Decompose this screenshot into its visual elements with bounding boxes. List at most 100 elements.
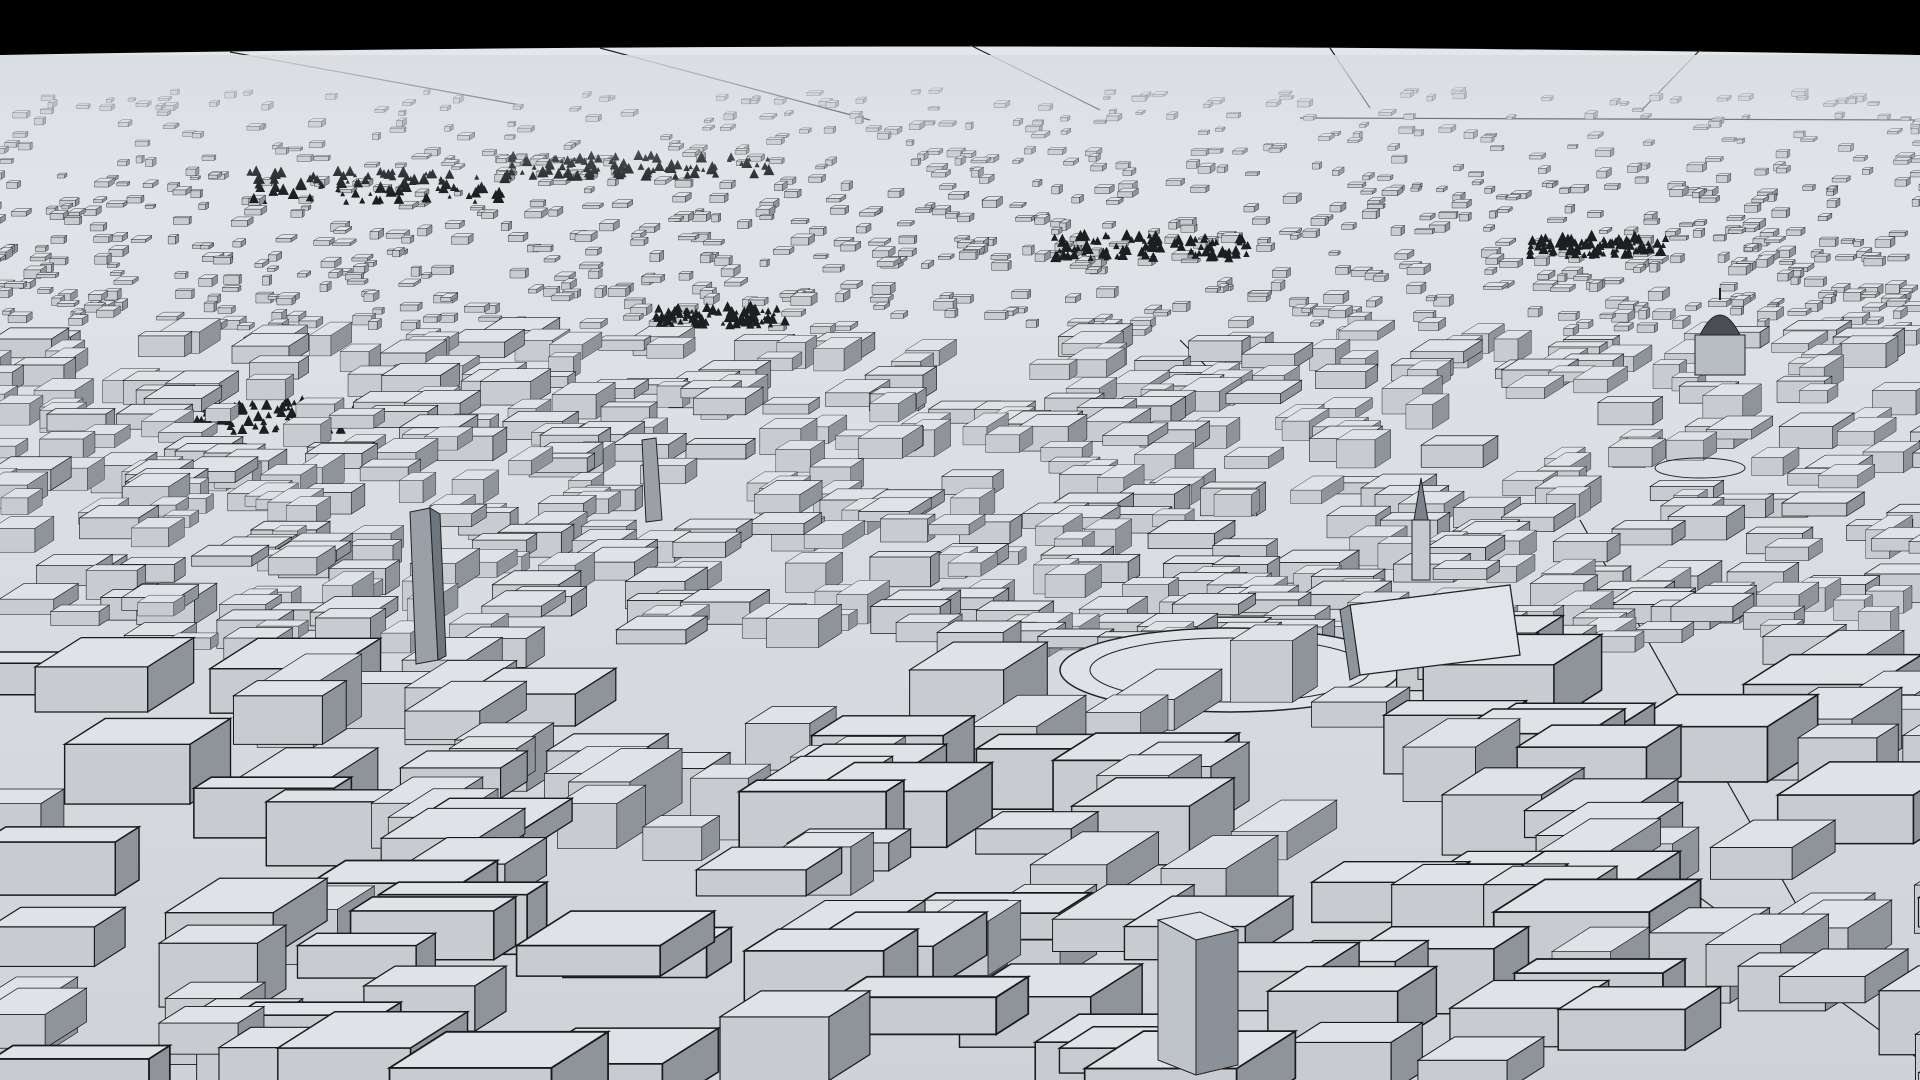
building-block	[1764, 537, 1824, 562]
building-block	[95, 305, 122, 318]
building-block	[607, 285, 631, 297]
building-block	[1420, 435, 1500, 468]
building-block	[1152, 309, 1172, 317]
building-block	[790, 233, 816, 246]
building-block	[1798, 383, 1839, 404]
building-block	[49, 604, 111, 627]
building-block	[223, 273, 243, 285]
building-block	[981, 196, 1004, 209]
building-block	[813, 253, 829, 259]
building-block	[1050, 226, 1063, 235]
building-block	[1874, 236, 1896, 248]
building-block	[1727, 263, 1752, 276]
building-block	[1638, 307, 1651, 320]
building-block	[1780, 491, 1866, 517]
building-block	[1813, 253, 1831, 263]
building-block	[990, 260, 1012, 271]
tall-tower	[409, 507, 447, 665]
building-block	[711, 213, 722, 223]
building-block	[1044, 563, 1103, 598]
building-block	[1071, 194, 1085, 204]
building-block	[328, 407, 386, 429]
building-block	[790, 218, 810, 225]
building-block	[1668, 234, 1690, 241]
building-block	[198, 274, 219, 287]
building-block	[1730, 306, 1745, 316]
building-block	[677, 233, 700, 241]
building-block	[1213, 489, 1261, 517]
building-block	[1243, 203, 1260, 213]
building-block	[671, 531, 743, 558]
building-block	[646, 336, 696, 359]
building-block	[1853, 238, 1865, 247]
building-block	[38, 430, 96, 461]
building-block	[1576, 319, 1594, 329]
building-block	[594, 285, 608, 298]
building-block	[762, 396, 821, 415]
building-block	[1014, 215, 1036, 222]
building-block	[1719, 282, 1738, 292]
building-block	[713, 255, 733, 266]
building-block	[790, 292, 818, 306]
building-block	[1670, 253, 1686, 264]
building-block	[346, 278, 369, 285]
building-block	[1438, 211, 1459, 219]
building-block	[579, 318, 609, 329]
building-block	[1557, 310, 1580, 321]
building-block	[444, 219, 466, 229]
building-block	[759, 258, 771, 268]
building-block	[532, 244, 554, 252]
building-block	[0, 825, 142, 897]
building-block	[692, 386, 765, 416]
building-block	[1204, 286, 1222, 293]
building-block	[1417, 317, 1447, 332]
building-block	[1556, 273, 1568, 283]
building-block	[190, 544, 270, 567]
building-block	[94, 252, 113, 265]
building-block	[1743, 202, 1762, 213]
building-block	[1451, 198, 1473, 209]
building-block	[1251, 216, 1271, 225]
building-block	[93, 234, 114, 243]
building-block	[581, 202, 605, 209]
building-block	[313, 237, 335, 246]
building-block	[1329, 201, 1347, 213]
building-block	[1835, 253, 1858, 261]
building-block	[507, 232, 529, 242]
building-block	[1095, 286, 1119, 299]
building-block	[109, 270, 125, 277]
building-block	[956, 212, 975, 223]
building-block	[1334, 265, 1352, 275]
building-block	[1693, 219, 1708, 226]
building-block	[1322, 290, 1350, 304]
building-block	[1552, 532, 1622, 563]
building-block	[984, 425, 1034, 453]
building-block	[1636, 322, 1659, 333]
building-block	[1414, 227, 1436, 235]
building-block	[1826, 197, 1841, 208]
building-block	[0, 906, 128, 968]
building-block	[1555, 985, 1724, 1052]
building-block	[50, 234, 68, 244]
building-block	[290, 209, 305, 218]
building-block	[1256, 242, 1276, 252]
building-block	[245, 373, 295, 401]
building-block	[897, 247, 918, 257]
building-block	[717, 989, 872, 1080]
building-block	[1564, 203, 1576, 214]
building-block	[0, 1043, 173, 1080]
building-block	[871, 282, 896, 295]
building-block	[1171, 592, 1257, 616]
building-block	[0, 287, 14, 299]
building-block	[1328, 250, 1341, 256]
building-block	[1665, 431, 1718, 461]
building-block	[958, 250, 979, 260]
building-block	[167, 233, 180, 245]
building-block	[1270, 279, 1286, 292]
building-block	[172, 216, 193, 225]
building-block	[1248, 290, 1273, 297]
building-block	[1488, 210, 1499, 219]
building-block	[1372, 273, 1390, 282]
building-block	[137, 594, 186, 617]
building-block	[699, 252, 714, 264]
